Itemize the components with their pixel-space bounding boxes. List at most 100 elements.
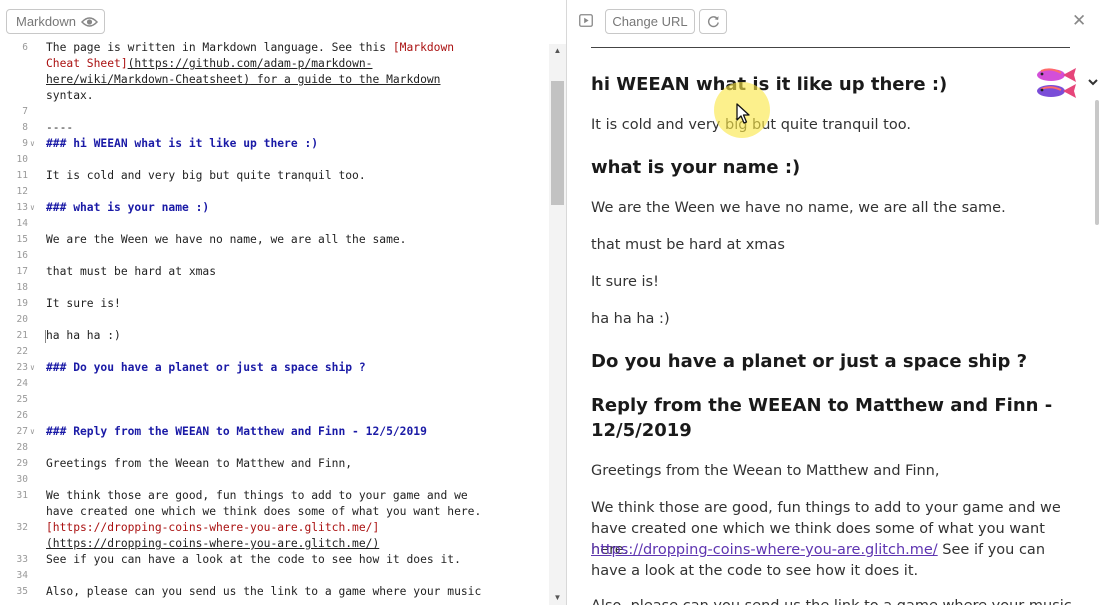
line-number: 10 (16, 154, 28, 165)
line-number: 34 (16, 570, 28, 581)
code-text: We are the Ween we have no name, we are … (46, 233, 407, 246)
code-line[interactable]: 15 We are the Ween we have no name, we ar… (0, 232, 549, 248)
code-line[interactable]: 27 ∨ ### Reply from the WEEAN to Matthew a… (0, 424, 549, 440)
line-number: 11 (16, 170, 28, 181)
refresh-icon (707, 16, 719, 28)
preview-toggle-icon[interactable] (579, 14, 593, 27)
code-line[interactable]: 16 (0, 248, 549, 264)
glitch-link[interactable]: https://dropping-coins-where-you-are.gli… (591, 542, 938, 558)
code-text: Also, please can you send us the link to… (46, 585, 482, 598)
code-text: ha ha ha :) (46, 329, 121, 342)
code-line[interactable]: 24 (0, 376, 549, 392)
code-line[interactable]: Cheat Sheet](https://github.com/adam-p/m… (0, 56, 549, 72)
code-line[interactable]: 25 (0, 392, 549, 408)
line-number: 13 (16, 202, 28, 213)
code-text: (https://dropping-coins-where-you-are.gl… (46, 537, 380, 550)
line-number: 31 (16, 490, 28, 501)
code-text: [https://dropping-coins-where-you-are.gl… (46, 521, 380, 534)
code-text: It sure is! (46, 297, 121, 310)
code-line[interactable]: 23 ∨ ### Do you have a planet or just a sp… (0, 360, 549, 376)
code-line[interactable]: 32 [https://dropping-coins-where-you-are.… (0, 520, 549, 536)
preview-scrollbar-thumb[interactable] (1095, 100, 1099, 225)
line-number: 12 (16, 186, 28, 197)
code-text: We think those are good, fun things to a… (46, 489, 468, 502)
code-line[interactable]: 13 ∨ ### what is your name :) (0, 200, 549, 216)
code-line[interactable]: 28 (0, 440, 549, 456)
scroll-up-arrow-icon[interactable]: ▲ (549, 46, 566, 58)
code-line[interactable]: 17 that must be hard at xmas (0, 264, 549, 280)
code-text: Cheat Sheet](https://github.com/adam-p/m… (46, 56, 372, 72)
code-line[interactable]: 9 ∨ ### hi WEEAN what is it like up there … (0, 136, 549, 152)
fold-chevron-icon[interactable]: ∨ (30, 424, 35, 440)
preview-paragraph-4: It sure is! (591, 274, 659, 290)
preview-paragraph-8: Also, please can you send us the link to… (591, 596, 1075, 605)
line-number: 26 (16, 410, 28, 421)
code-line[interactable]: (https://dropping-coins-where-you-are.gl… (0, 536, 549, 552)
code-line[interactable]: 31 We think those are good, fun things to… (0, 488, 549, 504)
preview-heading-4-line-2: 12/5/2019 (591, 420, 692, 441)
preview-paragraph-2: We are the Ween we have no name, we are … (591, 200, 1006, 216)
fold-chevron-icon[interactable]: ∨ (30, 200, 35, 216)
refresh-button[interactable] (699, 9, 727, 34)
line-number: 28 (16, 442, 28, 453)
preview-paragraph-5: ha ha ha :) (591, 311, 670, 327)
code-line[interactable]: 21 ha ha ha :) (0, 328, 549, 344)
scroll-down-arrow-icon[interactable]: ▼ (549, 593, 566, 605)
line-number: 35 (16, 586, 28, 597)
code-text-segment: here/wiki/Markdown-Cheatsheet) (46, 73, 251, 86)
markdown-toggle-button[interactable]: Markdown (6, 9, 105, 34)
code-line[interactable]: syntax. (0, 88, 549, 104)
code-text: ### Reply from the WEEAN to Matthew and … (46, 425, 427, 438)
code-line[interactable]: 30 (0, 472, 549, 488)
line-number: 6 (22, 42, 28, 53)
line-number: 25 (16, 394, 28, 405)
code-line[interactable]: 12 (0, 184, 549, 200)
fold-chevron-icon[interactable]: ∨ (30, 136, 35, 152)
code-text-segment: Cheat Sheet] (46, 57, 128, 70)
preview-heading-3: Do you have a planet or just a space shi… (591, 351, 1028, 372)
code-line[interactable]: 18 (0, 280, 549, 296)
text-caret (45, 330, 46, 343)
line-number: 22 (16, 346, 28, 357)
code-line[interactable]: 34 (0, 568, 549, 584)
code-line[interactable]: 29 Greetings from the Weean to Matthew an… (0, 456, 549, 472)
code-text: See if you can have a look at the code t… (46, 553, 461, 566)
code-line[interactable]: here/wiki/Markdown-Cheatsheet) for a gui… (0, 72, 549, 88)
close-icon[interactable]: ✕ (1072, 11, 1086, 31)
editor-panel: Markdown 6 The page is written in Markdow… (0, 0, 567, 605)
fold-chevron-icon[interactable]: ∨ (30, 360, 35, 376)
code-line[interactable]: 14 (0, 216, 549, 232)
code-line[interactable]: 19 It sure is! (0, 296, 549, 312)
line-number: 7 (22, 106, 28, 117)
code-line[interactable]: 26 (0, 408, 549, 424)
code-line[interactable]: 6 The page is written in Markdown languag… (0, 40, 549, 56)
code-text: The page is written in Markdown language… (46, 40, 454, 56)
code-line[interactable]: 10 (0, 152, 549, 168)
editor-scrollbar-thumb[interactable] (551, 81, 564, 205)
change-url-button[interactable]: Change URL (605, 9, 695, 34)
line-number: 21 (16, 330, 28, 341)
line-number: 18 (16, 282, 28, 293)
horizontal-rule (591, 47, 1070, 48)
preview-paragraph-1: It is cold and very big but quite tranqu… (591, 117, 911, 133)
preview-toolbar: Change URL ✕ (567, 0, 1099, 44)
code-line[interactable]: 11 It is cold and very big but quite tran… (0, 168, 549, 184)
code-editor[interactable]: 6 The page is written in Markdown languag… (0, 40, 549, 605)
code-text-segment: The page is written in Markdown language… (46, 41, 393, 54)
chevron-down-icon[interactable] (1087, 76, 1099, 88)
line-number: 14 (16, 218, 28, 229)
code-line[interactable]: 20 (0, 312, 549, 328)
code-line[interactable]: 22 (0, 344, 549, 360)
mouse-pointer-icon (736, 103, 750, 124)
code-line[interactable]: 7 (0, 104, 549, 120)
code-line[interactable]: 35 Also, please can you send us the link … (0, 584, 549, 600)
line-number: 30 (16, 474, 28, 485)
code-line[interactable]: 8 ---- (0, 120, 549, 136)
code-line[interactable]: 33 See if you can have a look at the code… (0, 552, 549, 568)
line-number: 29 (16, 458, 28, 469)
code-text-segment: for a guide to the Markdown (250, 73, 441, 86)
code-line[interactable]: have created one which we think does som… (0, 504, 549, 520)
editor-scrollbar[interactable]: ▲ ▼ (549, 44, 566, 605)
line-number: 9 (22, 138, 28, 149)
code-text: It is cold and very big but quite tranqu… (46, 169, 366, 182)
